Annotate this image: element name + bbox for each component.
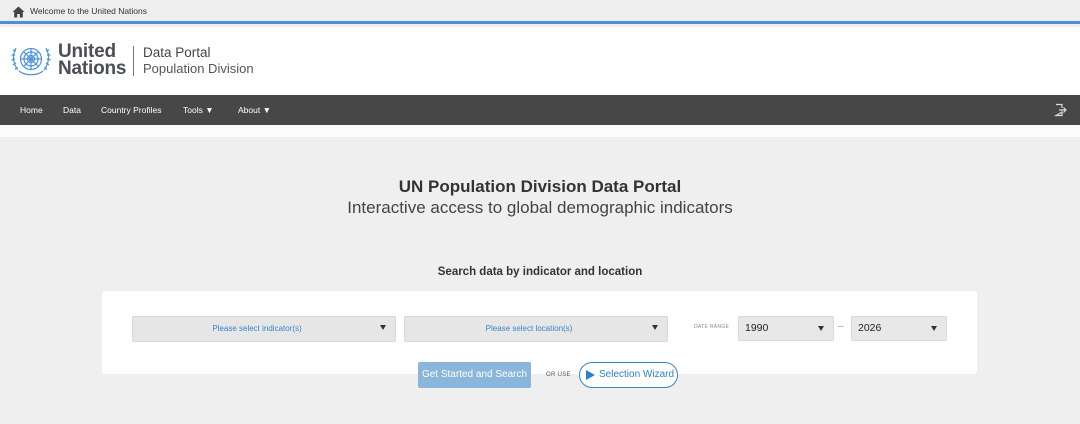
login-icon[interactable]: [1053, 103, 1067, 117]
site-header: United Nations Data Portal Population Di…: [0, 27, 1080, 95]
portal-title: Data Portal: [143, 45, 211, 60]
nav-item-about[interactable]: About ▼: [238, 95, 271, 125]
top-bar: Welcome to the United Nations: [0, 0, 1080, 24]
welcome-link[interactable]: Welcome to the United Nations: [30, 6, 147, 16]
or-use-label: OR USE: [546, 372, 571, 378]
location-select[interactable]: Please select location(s): [404, 316, 668, 342]
year-from-select[interactable]: 1990: [738, 316, 834, 341]
indicator-select-placeholder: Please select indicator(s): [212, 324, 302, 333]
nav-item-data[interactable]: Data: [63, 95, 81, 125]
un-emblem-icon[interactable]: [9, 40, 53, 80]
location-select-placeholder: Please select location(s): [485, 324, 573, 333]
year-from-value: 1990: [745, 322, 769, 334]
caret-down-icon: [380, 325, 386, 330]
main-nav: Home Data Country Profiles Tools ▼ About…: [0, 95, 1080, 125]
wordmark-line-2: Nations: [58, 58, 127, 79]
search-heading: Search data by indicator and location: [437, 266, 643, 278]
nav-item-country-profiles[interactable]: Country Profiles: [101, 95, 161, 125]
content-top-stripe: [0, 125, 1080, 137]
nav-item-home[interactable]: Home: [20, 95, 43, 125]
year-to-select[interactable]: 2026: [851, 316, 947, 341]
un-wordmark[interactable]: United Nations: [58, 42, 127, 79]
get-started-search-button[interactable]: Get Started and Search: [418, 362, 531, 388]
selection-wizard-button[interactable]: Selection Wizard: [579, 362, 678, 388]
date-range-label: DATE RANGE: [694, 324, 730, 330]
play-icon: [586, 370, 595, 380]
indicator-select[interactable]: Please select indicator(s): [132, 316, 396, 342]
hero-title: UN Population Division Data Portal: [398, 177, 682, 196]
header-divider: [133, 46, 134, 76]
nav-item-tools[interactable]: Tools ▼: [183, 95, 214, 125]
year-to-value: 2026: [858, 322, 882, 334]
portal-subtitle: Population Division: [143, 61, 254, 76]
selection-wizard-label: Selection Wizard: [599, 369, 675, 380]
hero-subtitle: Interactive access to global demographic…: [347, 198, 733, 217]
date-range-dash: –: [838, 321, 844, 332]
home-icon[interactable]: [12, 6, 25, 18]
caret-down-icon: [652, 325, 658, 330]
caret-down-icon: [931, 326, 937, 331]
caret-down-icon: [818, 326, 824, 331]
